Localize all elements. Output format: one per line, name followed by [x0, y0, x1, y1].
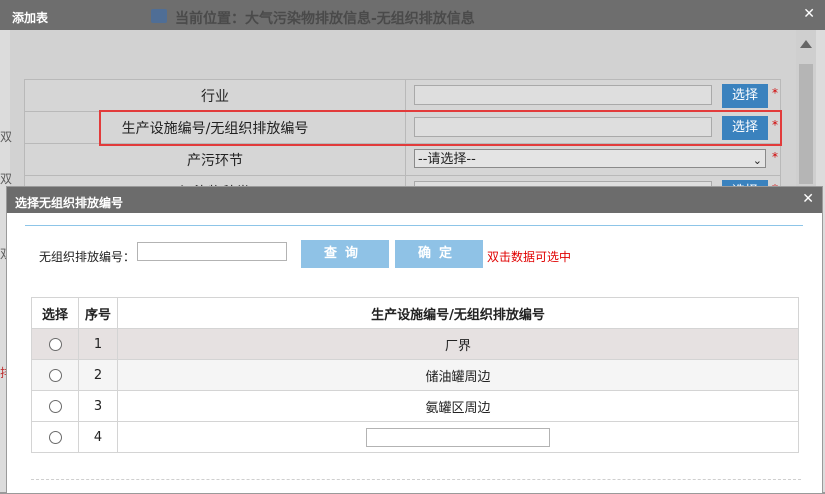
process-select-value: --请选择--	[418, 152, 476, 167]
process-label: 产污环节	[24, 143, 406, 176]
row-name: 氨罐区周边	[117, 390, 799, 422]
outer-close-icon[interactable]: ✕	[803, 6, 815, 22]
header-no: 序号	[78, 297, 118, 329]
required-mark: *	[772, 150, 778, 164]
background-text: 双	[0, 130, 13, 144]
row-name: 储油罐周边	[117, 359, 799, 391]
highlight-box	[99, 110, 782, 146]
table-row[interactable]: 1 厂界	[31, 328, 799, 360]
row-radio[interactable]	[48, 337, 62, 351]
row-radio[interactable]	[48, 399, 62, 413]
form-row-industry: 行业 选择 *	[24, 79, 781, 112]
search-panel: 无组织排放编号： 查询 确定 双击数据可选中	[25, 225, 803, 282]
row-radio[interactable]	[48, 430, 62, 444]
row-no: 1	[78, 328, 118, 360]
form-row-process: 产污环节 --请选择-- ⌄ *	[24, 143, 781, 176]
outer-scrollbar[interactable]	[796, 30, 816, 190]
industry-input[interactable]	[414, 85, 712, 105]
required-mark: *	[772, 86, 778, 100]
inner-dialog-titlebar: 选择无组织排放编号 ✕	[7, 187, 822, 213]
row-name: 厂界	[117, 328, 799, 360]
row-no: 3	[78, 390, 118, 422]
industry-label: 行业	[24, 79, 406, 112]
breadcrumb-icon	[151, 9, 167, 23]
chevron-down-icon: ⌄	[752, 154, 762, 167]
table-row[interactable]: 4	[31, 421, 799, 453]
inner-close-icon[interactable]: ✕	[802, 191, 814, 207]
scroll-up-icon[interactable]	[800, 40, 812, 48]
results-table: 选择 序号 生产设施编号/无组织排放编号 1 厂界 2 储油罐周边 3 氨罐区周…	[31, 297, 799, 453]
query-button[interactable]: 查询	[301, 240, 389, 268]
confirm-button[interactable]: 确定	[395, 240, 483, 268]
search-input[interactable]	[137, 242, 287, 261]
header-code: 生产设施编号/无组织排放编号	[117, 297, 799, 329]
row-radio[interactable]	[48, 368, 62, 382]
row-name-input[interactable]	[366, 427, 550, 447]
inner-dialog-title: 选择无组织排放编号	[15, 196, 124, 210]
scroll-thumb[interactable]	[799, 64, 813, 184]
header-select: 选择	[31, 297, 79, 329]
background-text: 双	[0, 172, 13, 186]
hint-text: 双击数据可选中	[487, 250, 572, 264]
table-header: 选择 序号 生产设施编号/无组织排放编号	[31, 297, 799, 329]
table-row[interactable]: 3 氨罐区周边	[31, 390, 799, 422]
select-emission-dialog: 选择无组织排放编号 ✕ 无组织排放编号： 查询 确定 双击数据可选中 选择 序号…	[6, 186, 823, 494]
divider	[31, 479, 801, 480]
breadcrumb: 当前位置：大气污染物排放信息-无组织排放信息	[175, 11, 475, 27]
outer-dialog-titlebar: 添加表 当前位置：大气污染物排放信息-无组织排放信息 ✕	[0, 0, 825, 30]
process-select[interactable]: --请选择-- ⌄	[414, 149, 766, 168]
industry-select-button[interactable]: 选择	[722, 84, 768, 108]
row-no: 2	[78, 359, 118, 391]
row-no: 4	[78, 421, 118, 453]
table-row[interactable]: 2 储油罐周边	[31, 359, 799, 391]
search-label: 无组织排放编号：	[39, 250, 136, 264]
outer-dialog-title: 添加表	[12, 11, 49, 25]
